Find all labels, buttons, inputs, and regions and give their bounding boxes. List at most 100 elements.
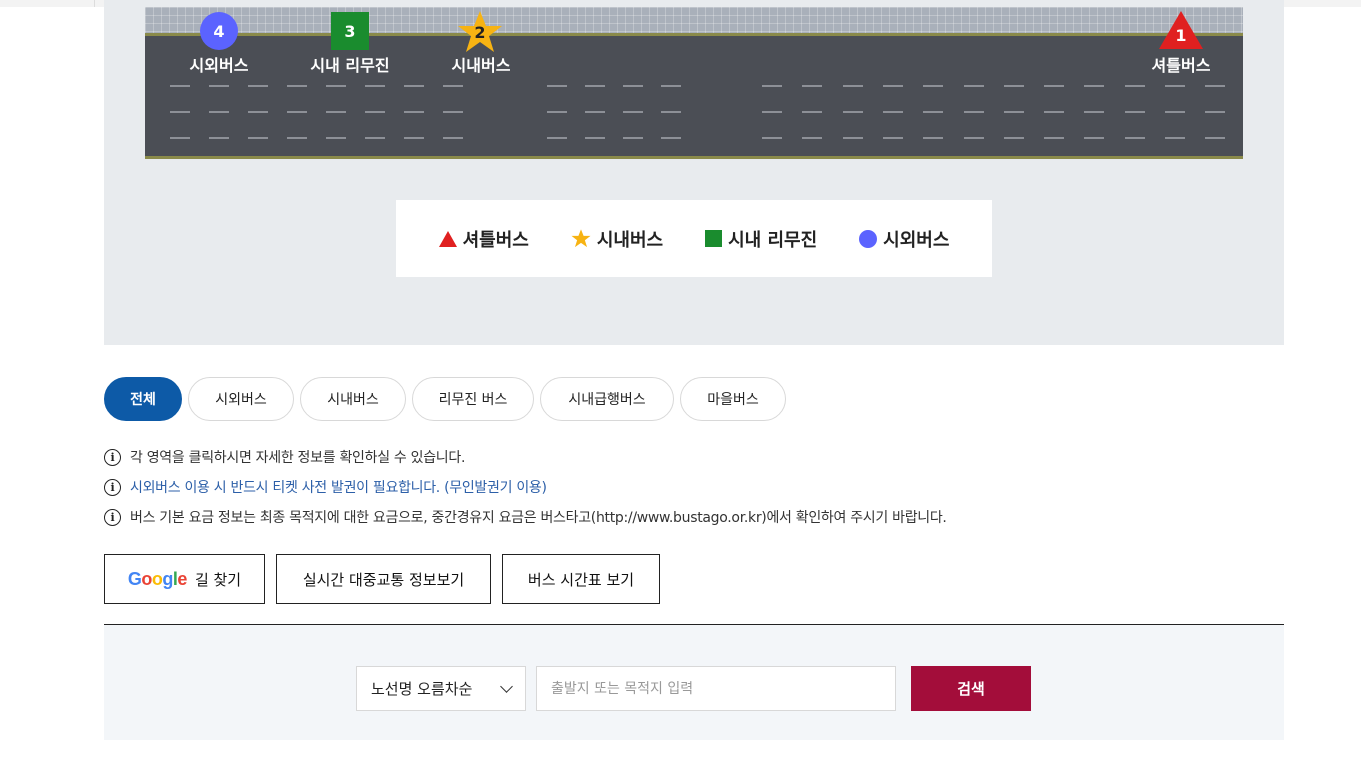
bus-timetable-button[interactable]: 버스 시간표 보기 xyxy=(502,554,660,604)
stop-1-label[interactable]: 셔틀버스 xyxy=(1152,52,1211,76)
lane-dash xyxy=(1044,111,1065,113)
lane-dash xyxy=(1044,137,1065,139)
lane-dash xyxy=(762,137,782,139)
lane-dash xyxy=(842,137,863,139)
lane-dash xyxy=(762,85,782,87)
lane-dash xyxy=(404,111,424,113)
lane-dash xyxy=(248,85,268,87)
lane-dash xyxy=(1003,111,1024,113)
action-buttons: Google 길 찾기 실시간 대중교통 정보보기 버스 시간표 보기 xyxy=(104,554,660,604)
lane-dash xyxy=(1003,137,1024,139)
lane-dash xyxy=(365,85,385,87)
lane-dash xyxy=(842,85,863,87)
lane-dash xyxy=(209,85,229,87)
info-icon: i xyxy=(104,448,121,466)
lane-dash xyxy=(802,111,823,113)
lane-dash xyxy=(326,111,346,113)
lane-dash xyxy=(1165,85,1185,87)
lane-dash xyxy=(170,85,190,87)
stop-3-marker[interactable]: 3 xyxy=(331,12,369,50)
lane-dash xyxy=(287,85,307,87)
tab-city-bus[interactable]: 시내버스 xyxy=(300,377,406,421)
lane-dash xyxy=(1165,111,1185,113)
triangle-icon xyxy=(438,230,457,247)
road-edge-top xyxy=(145,33,1243,36)
google-logo-icon: Google xyxy=(127,568,188,589)
lane-dash xyxy=(248,137,268,139)
lane-dash xyxy=(443,85,463,87)
lane-dash xyxy=(170,111,190,113)
lane-dash xyxy=(547,137,567,139)
lane-dash xyxy=(923,85,944,87)
tab-intercity-bus[interactable]: 시외버스 xyxy=(188,377,294,421)
info-notes: i 각 영역을 클릭하시면 자세한 정보를 확인하실 수 있습니다. i 시외버… xyxy=(104,442,947,532)
lane-dash xyxy=(443,111,463,113)
lane-dash xyxy=(1205,85,1226,87)
lane-dash xyxy=(585,85,605,87)
tab-all[interactable]: 전체 xyxy=(104,377,182,421)
tab-express-bus[interactable]: 시내급행버스 xyxy=(540,377,674,421)
google-directions-button[interactable]: Google 길 찾기 xyxy=(104,554,265,604)
lane-dash xyxy=(623,111,643,113)
lane-dash xyxy=(547,111,567,113)
chevron-down-icon xyxy=(500,679,513,693)
lane-dash xyxy=(623,85,643,87)
sort-select-value: 노선명 오름차순 xyxy=(371,680,473,698)
note-item: i 각 영역을 클릭하시면 자세한 정보를 확인하실 수 있습니다. xyxy=(104,442,947,472)
road-edge-bottom xyxy=(145,156,1243,159)
lane-dash xyxy=(1205,111,1226,113)
lane-dash xyxy=(762,111,782,113)
lane-dash xyxy=(585,111,605,113)
lane-dash xyxy=(287,137,307,139)
stop-3-label[interactable]: 시내 리무진 xyxy=(310,52,389,76)
stop-4-marker[interactable]: 4 xyxy=(200,12,238,50)
lane-dash xyxy=(963,111,984,113)
legend-label: 시외버스 xyxy=(883,229,950,251)
lane-dash xyxy=(443,137,463,139)
lane-dash xyxy=(1084,85,1105,87)
lane-dash xyxy=(963,85,984,87)
legend-label: 시내 리무진 xyxy=(728,229,818,251)
lane-dash xyxy=(547,85,567,87)
lane-dash xyxy=(1003,85,1024,87)
stop-2-marker[interactable]: 2 xyxy=(457,10,503,54)
legend-shuttle: 셔틀버스 xyxy=(438,226,529,252)
lane-dash xyxy=(1044,85,1065,87)
legend-label: 셔틀버스 xyxy=(462,229,529,251)
tab-village-bus[interactable]: 마을버스 xyxy=(680,377,786,421)
info-icon: i xyxy=(104,478,121,496)
lane-dash xyxy=(882,85,903,87)
tab-limousine-bus[interactable]: 리무진 버스 xyxy=(412,377,534,421)
stop-1-marker[interactable]: 1 xyxy=(1158,10,1204,50)
lane-dash xyxy=(1165,137,1185,139)
lane-dash xyxy=(326,137,346,139)
lane-dash xyxy=(963,137,984,139)
strip-segment xyxy=(0,0,95,7)
lane-dash xyxy=(287,111,307,113)
road-map[interactable]: 4 3 2 1 시외버스 시내 리무진 시내버스 셔틀버스 xyxy=(145,7,1243,159)
sidewalk xyxy=(145,7,1243,33)
search-button[interactable]: 검색 xyxy=(911,666,1031,711)
stop-4-label[interactable]: 시외버스 xyxy=(190,52,249,76)
lane-dash xyxy=(1124,85,1145,87)
lane-dash xyxy=(1084,111,1105,113)
stop-2-label[interactable]: 시내버스 xyxy=(452,52,511,76)
lane-dash xyxy=(404,85,424,87)
lane-dash xyxy=(170,137,190,139)
lane-dash xyxy=(661,111,681,113)
bus-type-tabs: 전체 시외버스 시내버스 리무진 버스 시내급행버스 마을버스 xyxy=(104,377,786,421)
legend-limousine: 시내 리무진 xyxy=(705,226,817,252)
lane-dash xyxy=(404,137,424,139)
lane-dash xyxy=(661,137,681,139)
realtime-transit-button[interactable]: 실시간 대중교통 정보보기 xyxy=(276,554,491,604)
search-input[interactable] xyxy=(536,666,896,711)
info-icon: i xyxy=(104,508,121,526)
map-legend: 셔틀버스 시내버스 시내 리무진 시외버스 xyxy=(396,200,992,277)
lane-dash xyxy=(209,137,229,139)
lane-dash xyxy=(623,137,643,139)
circle-icon xyxy=(859,229,878,248)
search-panel: 노선명 오름차순 검색 xyxy=(104,624,1284,740)
legend-city-bus: 시내버스 xyxy=(571,226,663,252)
sort-select[interactable]: 노선명 오름차순 xyxy=(356,666,526,711)
lane-dash xyxy=(842,111,863,113)
